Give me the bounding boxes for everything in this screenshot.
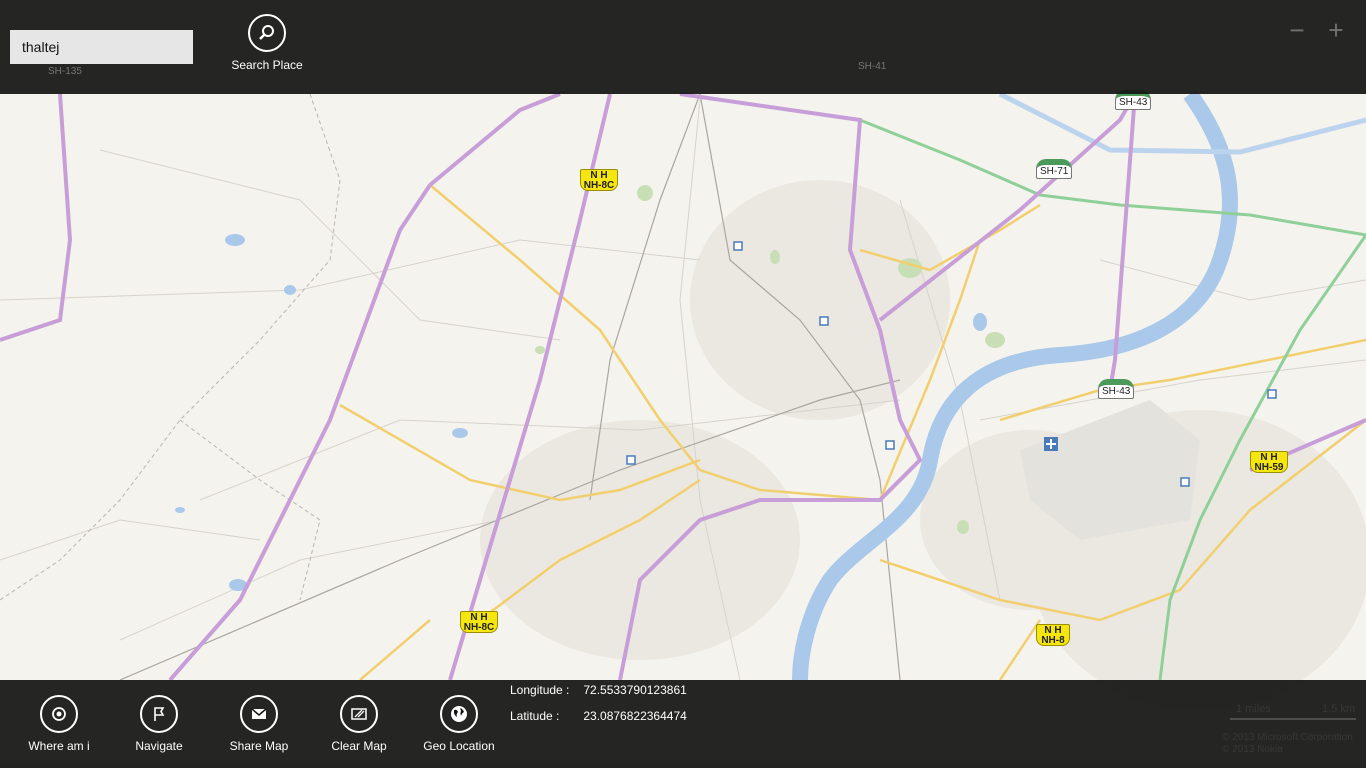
share-map-label: Share Map [229,739,289,753]
latitude-label: Latitude : [510,709,560,723]
shield-number: NH-8C [463,622,495,633]
sh-43-shield: SH-43 [1098,379,1135,399]
flag-icon [140,695,178,733]
longitude-readout: Longitude : 72.5533790123861 [510,683,687,697]
scale-miles: 1 miles [1236,703,1271,715]
sh-41-label: SH-41 [858,61,887,72]
zoom-in-button[interactable]: + [1318,12,1354,48]
shield-number: NH-8C [583,180,615,191]
geo-location-button[interactable]: Geo Location [409,695,509,753]
mail-icon [240,695,278,733]
target-icon [40,695,78,733]
copyright-microsoft: © 2013 Microsoft Corporation [1222,732,1353,743]
clear-map-button[interactable]: Clear Map [309,695,409,753]
clear-map-label: Clear Map [331,739,387,753]
bottom-app-bar: Where am i Navigate Share Map Clear Map … [0,680,1366,768]
longitude-label: Longitude : [510,683,570,697]
sh-135-label: SH-135 [48,66,82,77]
share-map-button[interactable]: Share Map [209,695,309,753]
globe-icon [440,695,478,733]
nh-59-shield: N H NH-59 [1250,451,1288,473]
navigate-label: Navigate [135,739,183,753]
sh-71-shield: SH-71 [1036,159,1073,179]
search-input[interactable] [10,30,193,64]
airport-icon [1044,437,1058,451]
eraser-icon [340,695,378,733]
where-am-i-label: Where am i [28,739,90,753]
shield-number: NH-59 [1254,462,1284,473]
scale-km: 1.5 km [1322,703,1356,715]
search-place-label: Search Place [231,58,303,72]
search-icon [248,14,286,52]
nh-8c-shield: N H NH-8C [580,169,618,191]
longitude-value: 72.5533790123861 [583,683,687,697]
top-app-bar: SH-41 SH-135 Search Place − + [0,0,1366,94]
nh-8c-shield: N H NH-8C [460,611,498,633]
nh-8-shield: N H NH-8 [1036,624,1070,646]
search-place-button[interactable]: Search Place [217,14,317,72]
geo-location-label: Geo Location [423,739,495,753]
latitude-value: 23.0876822364474 [583,709,687,723]
navigate-button[interactable]: Navigate [109,695,209,753]
latitude-readout: Latitude : 23.0876822364474 [510,709,687,723]
where-am-i-button[interactable]: Where am i [9,695,109,753]
copyright-nokia: © 2013 Nokia [1222,744,1283,755]
scale-bar [1230,718,1356,720]
shield-number: NH-8 [1041,635,1065,646]
map-canvas[interactable] [0,0,1366,768]
zoom-out-button[interactable]: − [1279,12,1315,48]
